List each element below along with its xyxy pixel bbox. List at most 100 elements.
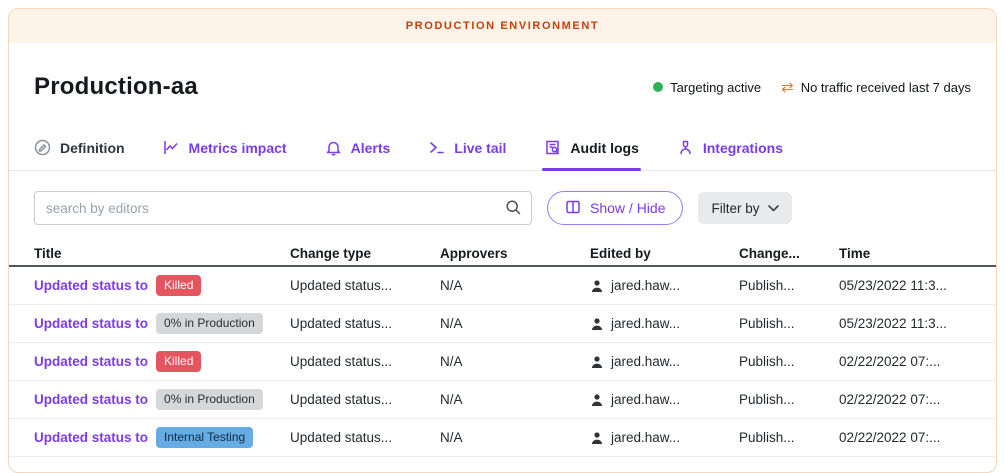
row-approvers: N/A [440,430,590,445]
filter-by-button[interactable]: Filter by [698,192,791,224]
column-header-change: Change... [739,246,839,261]
person-icon [590,431,604,445]
row-edited-by: jared.haw... [590,392,739,407]
environment-banner-label: PRODUCTION ENVIRONMENT [406,20,599,32]
tab-audit-logs-label: Audit logs [570,140,638,156]
terminal-icon [428,139,445,156]
row-editor-name: jared.haw... [611,354,680,369]
row-title-cell: Updated status to Internal Testing [34,427,290,447]
person-icon [590,279,604,293]
search-input[interactable] [34,191,532,225]
column-header-approvers: Approvers [440,246,590,261]
row-change-type: Updated status... [290,278,440,293]
environment-banner: PRODUCTION ENVIRONMENT [9,9,996,43]
page-title: Production-aa [34,73,198,101]
status-group: Targeting active ⇄ No traffic received l… [653,80,971,95]
row-title-cell: Updated status to Killed [34,275,290,295]
column-header-edited-by: Edited by [590,246,739,261]
row-title-link[interactable]: Updated status to [34,392,148,407]
tab-metrics-impact[interactable]: Metrics impact [163,139,287,156]
green-dot-icon [653,82,663,92]
tab-definition-label: Definition [60,140,125,156]
tab-integrations-label: Integrations [703,140,783,156]
row-approvers: N/A [440,278,590,293]
row-change: Publish... [739,430,839,445]
row-change: Publish... [739,316,839,331]
row-change-type: Updated status... [290,354,440,369]
row-title-cell: Updated status to 0% in Production [34,313,290,333]
table-row[interactable]: Updated status to Internal Testing Updat… [9,419,996,457]
tab-integrations[interactable]: Integrations [677,139,783,156]
row-title-link[interactable]: Updated status to [34,278,148,293]
toolbar: Show / Hide Filter by [9,191,996,225]
table-row[interactable]: Updated status to Killed Updated status.… [9,267,996,305]
tab-alerts-label: Alerts [351,140,391,156]
row-time: 05/23/2022 11:3... [839,278,971,293]
metrics-chart-icon [163,139,180,156]
row-edited-by: jared.haw... [590,316,739,331]
tab-live-tail-label: Live tail [454,140,506,156]
tab-bar: Definition Metrics impact Alerts [9,139,996,171]
table-header-row: Title Change type Approvers Edited by Ch… [9,241,996,267]
person-icon [590,355,604,369]
row-title-link[interactable]: Updated status to [34,316,148,331]
targeting-status-label: Targeting active [670,80,761,95]
targeting-status: Targeting active [653,80,761,95]
audit-log-table: Title Change type Approvers Edited by Ch… [9,241,996,457]
row-change-type: Updated status... [290,316,440,331]
row-editor-name: jared.haw... [611,316,680,331]
row-edited-by: jared.haw... [590,354,739,369]
audit-log-icon [544,139,561,156]
status-badge: 0% in Production [156,389,263,409]
row-change-type: Updated status... [290,430,440,445]
person-icon [590,393,604,407]
row-title-cell: Updated status to Killed [34,351,290,371]
filter-by-label: Filter by [711,201,759,216]
row-title-link[interactable]: Updated status to [34,354,148,369]
column-header-title: Title [34,246,290,261]
row-time: 02/22/2022 07:... [839,430,971,445]
row-time: 05/23/2022 11:3... [839,316,971,331]
row-edited-by: jared.haw... [590,278,739,293]
chevron-down-icon [768,205,779,212]
table-row[interactable]: Updated status to 0% in Production Updat… [9,305,996,343]
show-hide-label: Show / Hide [590,200,665,216]
row-editor-name: jared.haw... [611,278,680,293]
environment-card: PRODUCTION ENVIRONMENT Production-aa Tar… [8,8,997,473]
row-title-link[interactable]: Updated status to [34,430,148,445]
traffic-status-label: No traffic received last 7 days [801,80,971,95]
definition-icon [34,139,51,156]
search-wrapper [34,191,532,225]
status-badge: Internal Testing [156,427,253,447]
table-row[interactable]: Updated status to Killed Updated status.… [9,343,996,381]
row-approvers: N/A [440,316,590,331]
row-approvers: N/A [440,392,590,407]
tab-definition[interactable]: Definition [34,139,125,156]
traffic-arrows-icon: ⇄ [781,80,794,95]
tab-alerts[interactable]: Alerts [325,139,391,156]
columns-icon [565,199,581,218]
search-icon [505,199,522,216]
status-badge: Killed [156,275,201,295]
row-change-type: Updated status... [290,392,440,407]
table-row[interactable]: Updated status to 0% in Production Updat… [9,381,996,419]
tab-audit-logs[interactable]: Audit logs [544,139,638,156]
show-hide-button[interactable]: Show / Hide [547,191,683,225]
tab-live-tail[interactable]: Live tail [428,139,506,156]
row-change: Publish... [739,392,839,407]
row-approvers: N/A [440,354,590,369]
column-header-change-type: Change type [290,246,440,261]
row-title-cell: Updated status to 0% in Production [34,389,290,409]
row-editor-name: jared.haw... [611,392,680,407]
row-time: 02/22/2022 07:... [839,354,971,369]
row-edited-by: jared.haw... [590,430,739,445]
row-editor-name: jared.haw... [611,430,680,445]
tab-metrics-impact-label: Metrics impact [189,140,287,156]
bell-icon [325,139,342,156]
person-icon [590,317,604,331]
row-time: 02/22/2022 07:... [839,392,971,407]
row-change: Publish... [739,354,839,369]
status-badge: Killed [156,351,201,371]
integrations-icon [677,139,694,156]
column-header-time: Time [839,246,971,261]
